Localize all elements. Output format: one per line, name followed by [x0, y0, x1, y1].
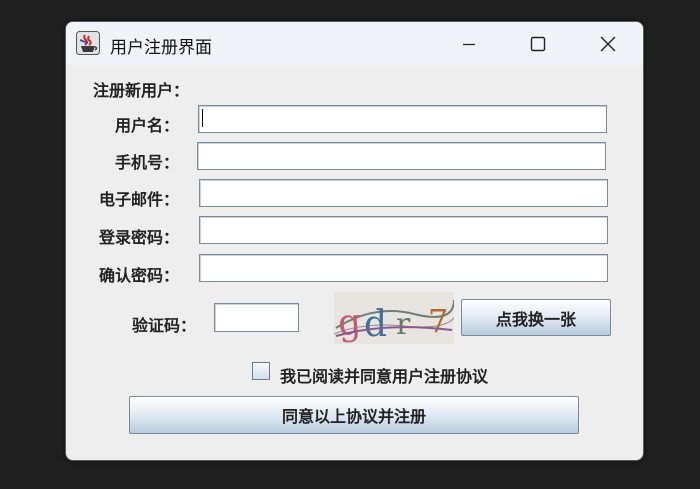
svg-text:7: 7	[428, 302, 448, 340]
close-icon	[600, 36, 616, 51]
confirm-password-label: 确认密码：	[99, 266, 180, 285]
window-title: 用户注册界面	[110, 38, 212, 58]
captcha-image: g d r 7	[333, 292, 455, 345]
captcha-input[interactable]	[214, 303, 299, 332]
refresh-captcha-button[interactable]: 点我换一张	[461, 299, 611, 336]
minimize-button[interactable]	[439, 22, 499, 65]
username-input[interactable]	[198, 105, 607, 133]
title-bar[interactable]: 用户注册界面	[66, 22, 643, 65]
password-input[interactable]	[199, 216, 608, 244]
java-coffee-cup-icon	[76, 31, 100, 55]
confirm-password-input[interactable]	[199, 254, 608, 282]
svg-text:r: r	[396, 307, 411, 342]
email-input[interactable]	[199, 179, 608, 207]
email-label: 电子邮件：	[99, 190, 180, 209]
username-label: 用户名：	[115, 116, 180, 135]
maximize-icon	[530, 36, 546, 51]
phone-label: 手机号：	[115, 153, 180, 172]
phone-input[interactable]	[197, 142, 606, 170]
captcha-label: 验证码：	[132, 316, 197, 335]
svg-text:g: g	[337, 302, 363, 344]
close-button[interactable]	[578, 22, 638, 65]
password-label: 登录密码：	[99, 228, 180, 247]
form-heading: 注册新用户：	[93, 81, 190, 100]
maximize-button[interactable]	[508, 22, 568, 65]
agree-and-register-button[interactable]: 同意以上协议并注册	[129, 396, 579, 434]
agreement-checkbox[interactable]	[252, 362, 270, 380]
minimize-icon	[463, 43, 475, 45]
svg-text:d: d	[364, 304, 387, 344]
text-caret	[202, 109, 203, 127]
agreement-label: 我已阅读并同意用户注册协议	[280, 367, 489, 386]
registration-window: 用户注册界面 注册新用户： 用户名： 手机号： 电子邮件： 登录密码： 确认密码…	[65, 21, 644, 461]
